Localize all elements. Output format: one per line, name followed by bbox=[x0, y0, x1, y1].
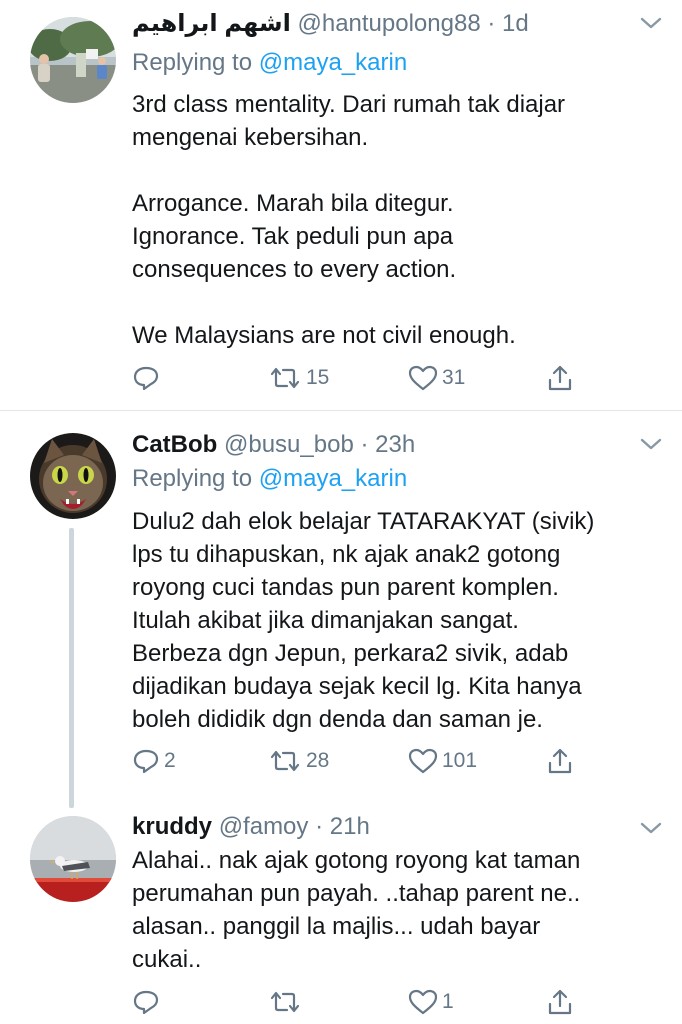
tweet-text: Dulu2 dah elok belajar TATARAKYAT (sivik… bbox=[132, 505, 652, 736]
tweet-text-line: Ignorance. Tak peduli pun apa bbox=[132, 223, 454, 250]
avatar[interactable] bbox=[30, 816, 116, 902]
separator-dot: · bbox=[315, 813, 324, 840]
reply-icon bbox=[133, 366, 159, 391]
tweet-text-line: Arrogance. Marah bila ditegur. bbox=[132, 190, 454, 217]
display-name[interactable]: اشهم ابراهيم bbox=[132, 10, 291, 37]
chevron-down-icon[interactable] bbox=[640, 437, 662, 451]
tweet-header: kruddy @famoy · 21h bbox=[132, 811, 662, 843]
like-icon bbox=[408, 748, 438, 774]
share-button[interactable] bbox=[546, 361, 574, 395]
replying-to-label: Replying to bbox=[132, 49, 253, 76]
retweet-icon bbox=[270, 750, 300, 772]
like-icon bbox=[408, 989, 438, 1015]
share-button[interactable] bbox=[546, 985, 574, 1019]
retweet-icon bbox=[270, 367, 300, 389]
tweet-1[interactable]: اشهم ابراهيم @hantupolong88 · 1d Replyin… bbox=[0, 0, 682, 410]
like-button[interactable]: 101 bbox=[408, 744, 477, 778]
reply-icon bbox=[133, 990, 159, 1015]
retweet-icon bbox=[270, 991, 300, 1013]
avatar[interactable] bbox=[30, 17, 116, 103]
tweet-actions: 2 28 101 bbox=[132, 744, 592, 778]
tweet-text-line: dijadikan budaya sejak kecil lg. Kita ha… bbox=[132, 673, 582, 700]
avatar-photo-seagull bbox=[30, 816, 116, 902]
tweet-header: CatBob @busu_bob · 23h bbox=[132, 429, 662, 461]
tweet-text-line: boleh dididik dgn denda dan saman je. bbox=[132, 706, 543, 733]
tweet-text-line: Alahai.. nak ajak gotong royong kat tama… bbox=[132, 847, 581, 874]
separator-dot: · bbox=[360, 431, 369, 458]
retweet-button[interactable]: 28 bbox=[268, 744, 329, 778]
tweet-actions: 15 31 bbox=[132, 361, 592, 395]
replying-to: Replying to @maya_karin bbox=[132, 463, 407, 495]
replying-to-label: Replying to bbox=[132, 465, 253, 492]
separator-dot: · bbox=[487, 10, 496, 37]
avatar-photo-park bbox=[30, 17, 116, 103]
reply-button[interactable] bbox=[132, 985, 164, 1019]
avatar[interactable] bbox=[30, 433, 116, 519]
like-icon bbox=[408, 365, 438, 391]
tweet-text-line: consequences to every action. bbox=[132, 256, 457, 283]
share-icon bbox=[548, 748, 572, 774]
avatar-photo-cat bbox=[30, 433, 116, 519]
tweet-text-line: 3rd class mentality. Dari rumah tak diaj… bbox=[132, 91, 566, 118]
tweet-text-line: royong cuci tandas pun parent komplen. bbox=[132, 574, 559, 601]
retweet-count: 15 bbox=[306, 366, 330, 389]
like-count: 31 bbox=[442, 366, 466, 389]
tweet-text-line: Dulu2 dah elok belajar TATARAKYAT (sivik… bbox=[132, 508, 595, 535]
handle[interactable]: @busu_bob bbox=[224, 431, 354, 458]
tweet-header: اشهم ابراهيم @hantupolong88 · 1d bbox=[132, 8, 662, 40]
retweet-button[interactable]: 15 bbox=[268, 361, 329, 395]
timestamp[interactable]: 23h bbox=[375, 431, 415, 458]
display-name[interactable]: CatBob bbox=[132, 431, 217, 458]
tweet-text: Alahai.. nak ajak gotong royong kat tama… bbox=[132, 844, 652, 976]
tweet-text-line: perumahan pun payah. ..tahap parent ne.. bbox=[132, 880, 581, 907]
chevron-down-icon[interactable] bbox=[640, 821, 662, 835]
retweet-count: 28 bbox=[306, 749, 330, 772]
tweet-text-line: Itulah akibat jika dimanjakan sangat. bbox=[132, 607, 519, 634]
share-icon bbox=[548, 365, 572, 391]
like-button[interactable]: 1 bbox=[408, 985, 454, 1019]
mention-link[interactable]: @maya_karin bbox=[259, 49, 407, 76]
reply-button[interactable] bbox=[132, 361, 164, 395]
reply-count: 2 bbox=[164, 749, 176, 772]
share-button[interactable] bbox=[546, 744, 574, 778]
tweet-text-line: We Malaysians are not civil enough. bbox=[132, 322, 516, 349]
tweet-text-line: alasan.. panggil la majlis... udah bayar bbox=[132, 913, 541, 940]
reply-icon bbox=[133, 749, 159, 774]
tweet-3[interactable]: kruddy @famoy · 21h Alahai.. nak ajak go… bbox=[0, 801, 682, 1024]
tweet-text-line: lps tu dihapuskan, nk ajak anak2 gotong bbox=[132, 541, 561, 568]
share-icon bbox=[548, 989, 572, 1015]
timestamp[interactable]: 1d bbox=[502, 10, 529, 37]
tweet-text: 3rd class mentality. Dari rumah tak diaj… bbox=[132, 88, 652, 352]
chevron-down-icon[interactable] bbox=[640, 16, 662, 30]
replying-to: Replying to @maya_karin bbox=[132, 47, 407, 79]
reply-button[interactable]: 2 bbox=[132, 744, 176, 778]
timestamp[interactable]: 21h bbox=[330, 813, 370, 840]
retweet-button[interactable] bbox=[268, 985, 306, 1019]
tweet-text-line: cukai.. bbox=[132, 946, 202, 973]
tweet-text-line: Berbeza dgn Jepun, perkara2 sivik, adab bbox=[132, 640, 569, 667]
like-button[interactable]: 31 bbox=[408, 361, 465, 395]
display-name[interactable]: kruddy bbox=[132, 813, 212, 840]
tweet-2[interactable]: CatBob @busu_bob · 23h Replying to @maya… bbox=[0, 411, 682, 801]
handle[interactable]: @famoy bbox=[219, 813, 309, 840]
tweet-text-line: mengenai kebersihan. bbox=[132, 124, 369, 151]
mention-link[interactable]: @maya_karin bbox=[259, 465, 407, 492]
like-count: 101 bbox=[442, 749, 478, 772]
tweet-actions: 1 bbox=[132, 985, 592, 1019]
like-count: 1 bbox=[442, 990, 454, 1013]
handle[interactable]: @hantupolong88 bbox=[297, 10, 480, 37]
